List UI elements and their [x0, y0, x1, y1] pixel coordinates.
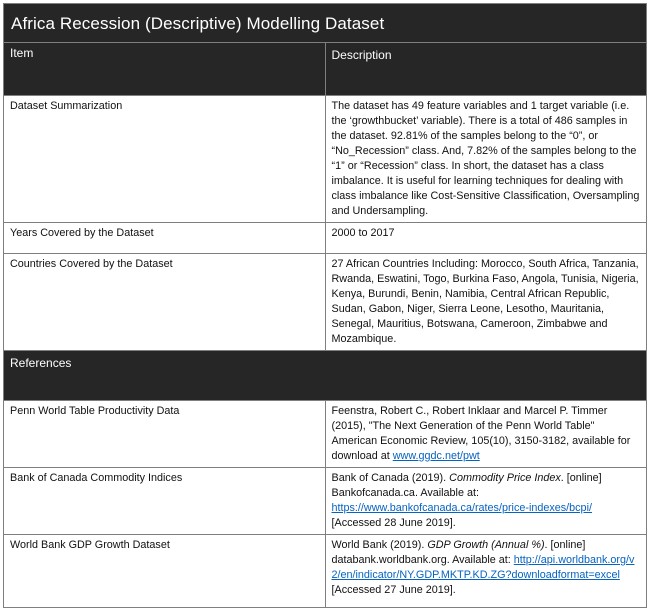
- table-row: Penn World Table Productivity Data Feens…: [3, 400, 647, 468]
- table-row: Countries Covered by the Dataset 27 Afri…: [3, 253, 647, 351]
- table-row: Years Covered by the Dataset 2000 to 201…: [3, 222, 647, 254]
- reference-text: Bank of Canada (2019).: [331, 472, 450, 484]
- header-row: Item Description: [3, 42, 647, 96]
- header-description: Description: [324, 42, 647, 96]
- table-row: World Bank GDP Growth Dataset World Bank…: [3, 534, 647, 608]
- dataset-info-table-container: Africa Recession (Descriptive) Modelling…: [3, 3, 649, 608]
- reference-text: Feenstra, Robert C., Robert Inklaar and …: [331, 405, 631, 462]
- reference-title: Commodity Price Index: [449, 472, 561, 484]
- reference-accessed: [Accessed 28 June 2019].: [331, 517, 456, 529]
- row-item-label: Dataset Summarization: [3, 95, 326, 223]
- row-description: The dataset has 49 feature variables and…: [324, 95, 647, 223]
- bank-of-canada-link[interactable]: https://www.bankofcanada.ca/rates/price-…: [332, 502, 592, 514]
- row-item-label: Years Covered by the Dataset: [3, 222, 326, 254]
- reference-item-label: Penn World Table Productivity Data: [3, 400, 326, 468]
- row-item-label: Countries Covered by the Dataset: [3, 253, 326, 351]
- header-item: Item: [3, 42, 326, 96]
- reference-title: GDP Growth (Annual %): [427, 539, 545, 551]
- references-header-row: References: [3, 350, 647, 401]
- reference-item-label: World Bank GDP Growth Dataset: [3, 534, 326, 608]
- title-row: Africa Recession (Descriptive) Modelling…: [3, 3, 647, 43]
- dataset-info-table: Africa Recession (Descriptive) Modelling…: [3, 3, 647, 608]
- reference-item-label: Bank of Canada Commodity Indices: [3, 467, 326, 535]
- row-description: 27 African Countries Including: Morocco,…: [324, 253, 647, 351]
- table-row: Bank of Canada Commodity Indices Bank of…: [3, 467, 647, 535]
- references-label: References: [3, 350, 647, 401]
- reference-accessed: [Accessed 27 June 2019].: [331, 584, 456, 596]
- table-title: Africa Recession (Descriptive) Modelling…: [3, 3, 647, 43]
- table-row: Dataset Summarization The dataset has 49…: [3, 95, 647, 223]
- reference-description: Feenstra, Robert C., Robert Inklaar and …: [324, 400, 647, 468]
- reference-description: Bank of Canada (2019). Commodity Price I…: [324, 467, 647, 535]
- reference-description: World Bank (2019). GDP Growth (Annual %)…: [324, 534, 647, 608]
- penn-world-table-link[interactable]: www.ggdc.net/pwt: [393, 450, 480, 462]
- row-description: 2000 to 2017: [324, 222, 647, 254]
- reference-text: World Bank (2019).: [331, 539, 428, 551]
